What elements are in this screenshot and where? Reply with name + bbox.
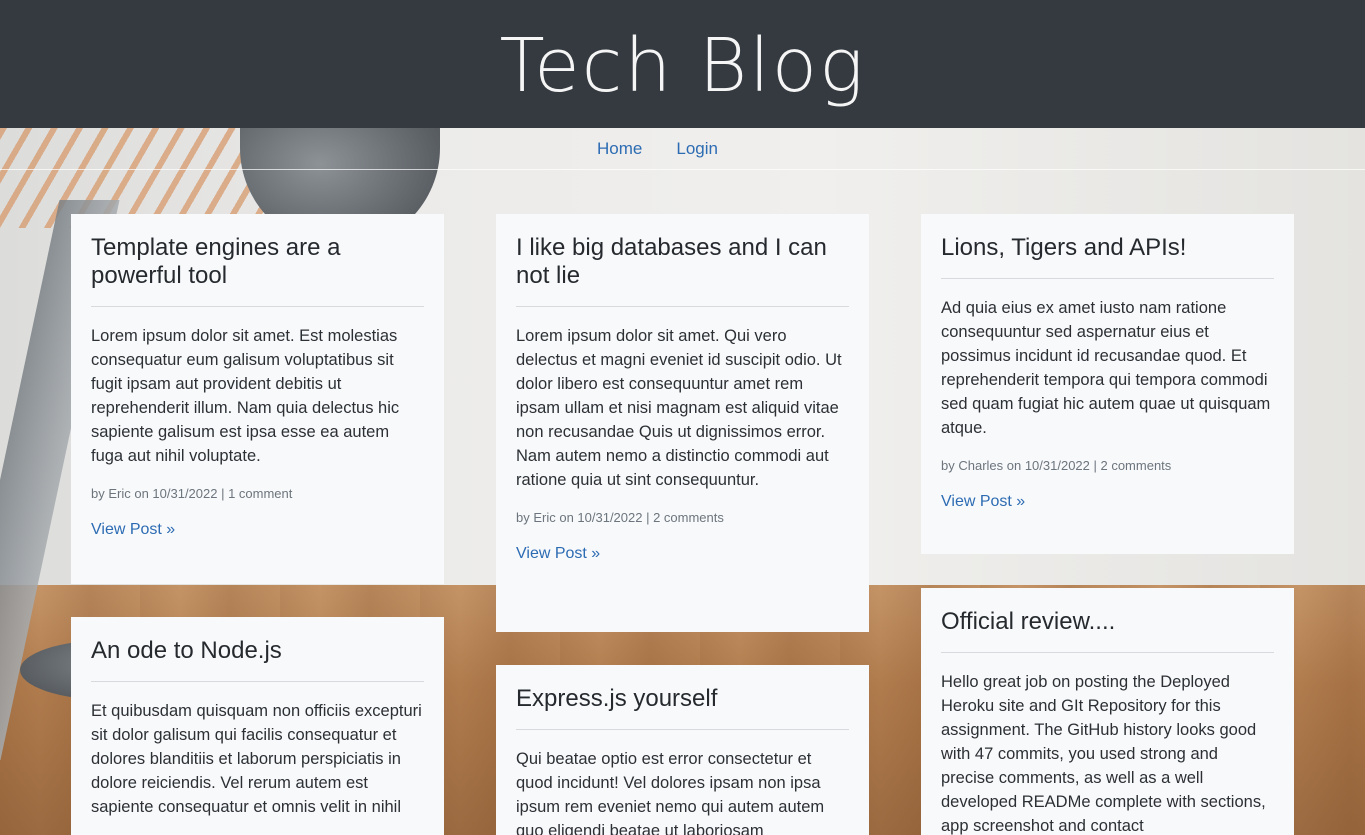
post-body: Hello great job on posting the Deployed … xyxy=(941,673,1266,835)
view-post-link[interactable]: View Post » xyxy=(941,493,1025,511)
post-card: An ode to Node.js Et quibusdam quisquam … xyxy=(71,617,444,835)
post-body: Et quibusdam quisquam non officiis excep… xyxy=(91,702,422,816)
view-post-link[interactable]: View Post » xyxy=(91,521,175,539)
post-title: I like big databases and I can not lie xyxy=(516,234,849,307)
post-title: Lions, Tigers and APIs! xyxy=(941,234,1274,279)
site-title: Tech Blog xyxy=(499,23,866,109)
post-body: Lorem ipsum dolor sit amet. Est molestia… xyxy=(91,327,400,465)
post-meta: by Eric on 10/31/2022 | 1 comment xyxy=(91,486,293,501)
post-meta: by Charles on 10/31/2022 | 2 comments xyxy=(941,458,1172,473)
post-title: Template engines are a powerful tool xyxy=(91,234,424,307)
main-nav: Home Login xyxy=(0,128,1365,170)
post-card: Template engines are a powerful tool Lor… xyxy=(71,214,444,584)
post-title: Express.js yourself xyxy=(516,685,849,730)
post-card: Official review.... Hello great job on p… xyxy=(921,588,1294,835)
post-body: Lorem ipsum dolor sit amet. Qui vero del… xyxy=(516,327,842,489)
post-meta: by Eric on 10/31/2022 | 2 comments xyxy=(516,510,724,525)
nav-home-link[interactable]: Home xyxy=(597,139,642,159)
nav-login-link[interactable]: Login xyxy=(676,139,718,159)
post-body: Qui beatae optio est error consectetur e… xyxy=(516,750,825,835)
post-body: Ad quia eius ex amet iusto nam ratione c… xyxy=(941,299,1271,437)
post-card: I like big databases and I can not lie L… xyxy=(496,214,869,632)
site-header: Tech Blog xyxy=(0,0,1365,128)
post-title: Official review.... xyxy=(941,608,1274,653)
view-post-link[interactable]: View Post » xyxy=(516,545,600,563)
post-title: An ode to Node.js xyxy=(91,637,424,682)
post-card: Express.js yourself Qui beatae optio est… xyxy=(496,665,869,835)
post-card: Lions, Tigers and APIs! Ad quia eius ex … xyxy=(921,214,1294,554)
